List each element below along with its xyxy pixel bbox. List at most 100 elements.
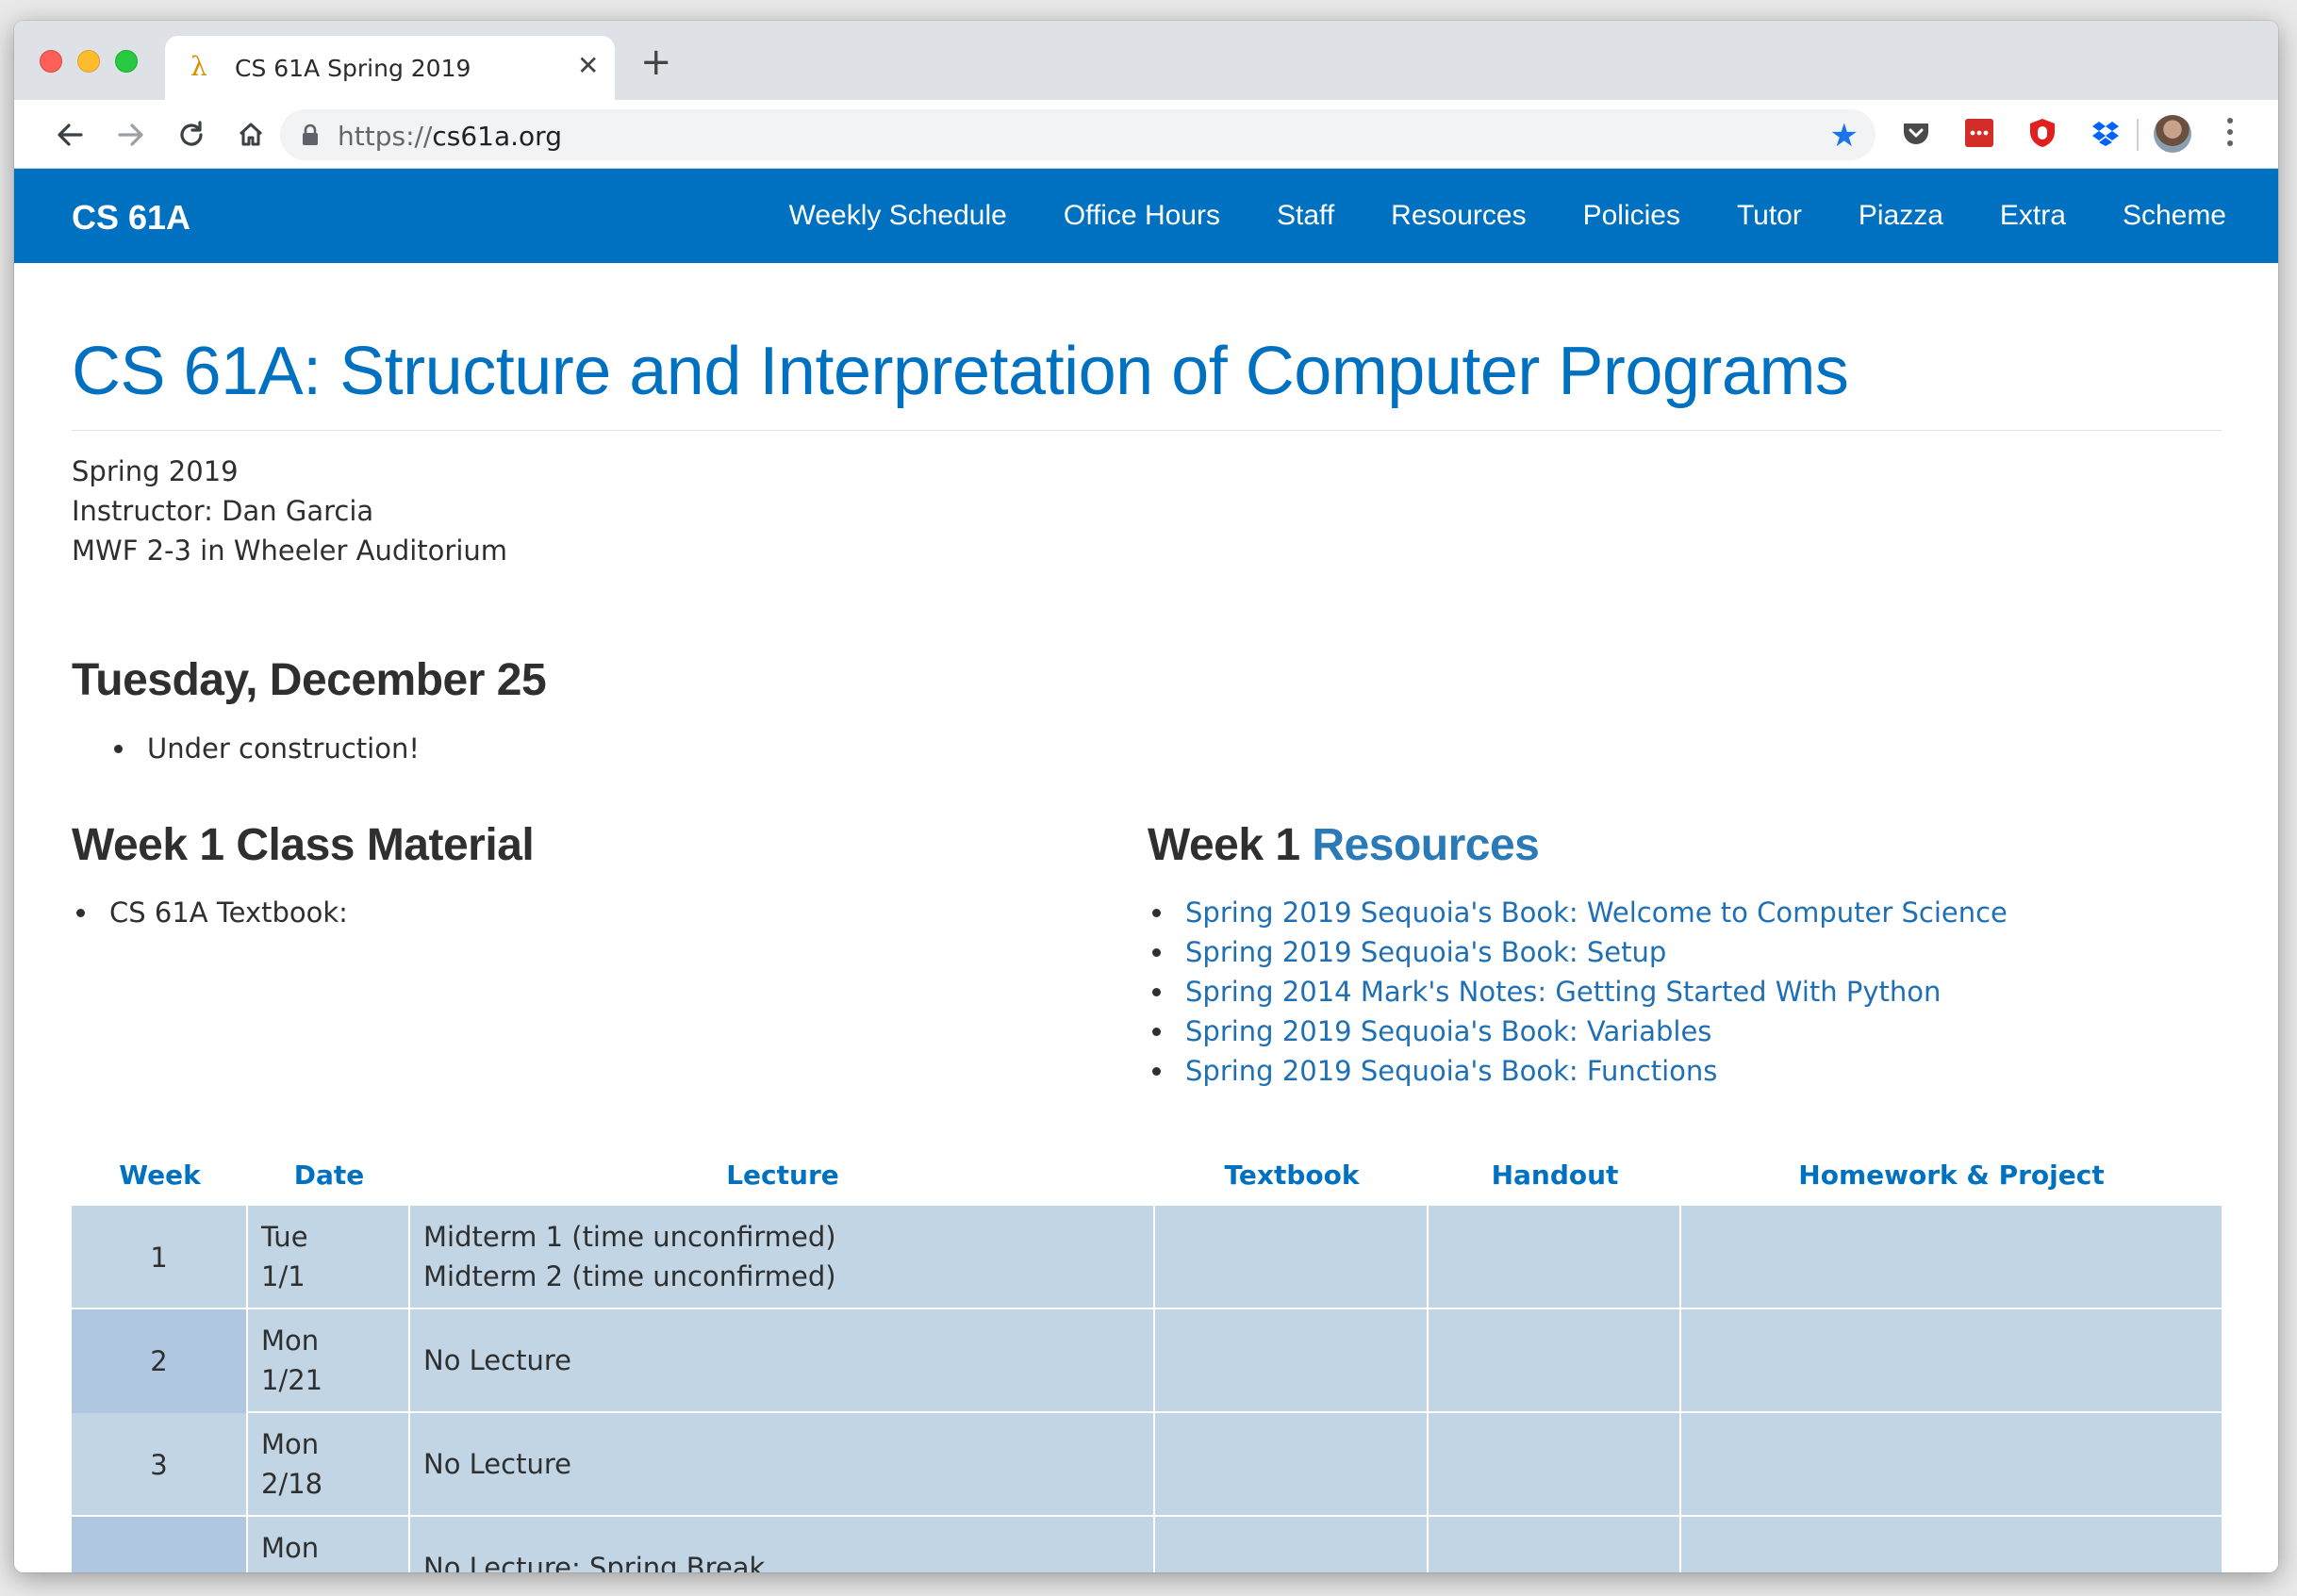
resource-link[interactable]: Spring 2019 Sequoia's Book: Variables [1185,1015,1711,1047]
toolbar-divider [2137,119,2139,151]
column-header-lecture: Lecture [726,1160,839,1191]
nav-tutor[interactable]: Tutor [1737,200,1802,232]
nav-staff[interactable]: Staff [1277,200,1334,232]
browser-toolbar: https://cs61a.org ★ [14,100,2278,169]
table-row: Mon No Lecture: Spring Break [72,1517,2222,1572]
page-title: CS 61A: Structure and Interpretation of … [72,334,1849,409]
week1-material-heading: Week 1 Class Material [72,820,535,870]
new-tab-button[interactable]: + [640,43,672,81]
resource-link[interactable]: Spring 2019 Sequoia's Book: Welcome to C… [1185,897,2008,929]
column-header-textbook: Textbook [1224,1160,1360,1191]
homework-cell [1681,1517,2222,1572]
tab-strip: λ CS 61A Spring 2019 ✕ + [14,21,2278,100]
reload-icon[interactable] [174,118,208,152]
home-icon[interactable] [234,118,268,152]
date-cell: Tue 1/1 [248,1206,410,1309]
homework-cell [1681,1309,2222,1413]
title-divider [72,430,2222,431]
dropbox-extension-icon[interactable] [2089,116,2123,150]
lambda-favicon-icon: λ [190,51,207,82]
ublock-extension-icon[interactable] [2025,116,2059,150]
lecture-cell: No Lecture: Spring Break [410,1517,1155,1572]
close-tab-icon[interactable]: ✕ [577,50,599,81]
lock-icon [303,123,318,145]
nav-resources[interactable]: Resources [1391,200,1526,232]
week-cell: 1 [72,1206,248,1309]
pocket-extension-icon[interactable] [1899,116,1933,150]
week1-resources-list: Spring 2019 Sequoia's Book: Welcome to C… [1148,893,2008,1091]
textbook-cell [1155,1413,1429,1517]
site-navbar: CS 61A Weekly Schedule Office Hours Staf… [14,169,2278,263]
site-brand[interactable]: CS 61A [72,198,190,238]
profile-avatar[interactable] [2154,115,2191,153]
lastpass-extension-icon[interactable] [1962,116,1996,150]
resource-link[interactable]: Spring 2014 Mark's Notes: Getting Starte… [1185,976,1941,1008]
close-window-button[interactable] [40,50,62,73]
handout-cell [1429,1517,1681,1572]
nav-extra[interactable]: Extra [2000,200,2066,232]
lecture-cell: No Lecture [410,1309,1155,1413]
resource-link[interactable]: Spring 2019 Sequoia's Book: Setup [1185,936,1666,968]
column-header-handout: Handout [1491,1160,1619,1191]
announcement-date-heading: Tuesday, December 25 [72,655,547,705]
table-row: 3 Mon 2/18 No Lecture [72,1413,2222,1517]
date-cell: Mon [248,1517,410,1572]
forward-arrow-icon[interactable] [114,118,148,152]
date-cell: Mon 2/18 [248,1413,410,1517]
course-instructor: Instructor: Dan Garcia [72,495,374,527]
date-cell: Mon 1/21 [248,1309,410,1413]
textbook-cell [1155,1309,1429,1413]
textbook-cell [1155,1206,1429,1309]
browser-window: λ CS 61A Spring 2019 ✕ + https://cs61a.o… [14,21,2278,1572]
column-header-week: Week [119,1160,201,1191]
nav-scheme[interactable]: Scheme [2123,200,2226,232]
schedule-table: 1 Tue 1/1 Midterm 1 (time unconfirmed) M… [72,1206,2222,1572]
site-nav-links: Weekly Schedule Office Hours Staff Resou… [789,200,2226,232]
course-term: Spring 2019 [72,455,239,487]
nav-policies[interactable]: Policies [1583,200,1680,232]
schedule-table-header: Week Date Lecture Textbook Handout Homew… [72,1147,2222,1204]
list-item: Spring 2014 Mark's Notes: Getting Starte… [1148,972,2008,1012]
maximize-window-button[interactable] [115,50,138,73]
homework-cell [1681,1413,2222,1517]
list-item: Spring 2019 Sequoia's Book: Setup [1148,932,2008,972]
week-cell: 3 [72,1413,248,1517]
handout-cell [1429,1206,1681,1309]
more-menu-icon[interactable] [2225,118,2235,152]
tab-title: CS 61A Spring 2019 [235,55,471,82]
list-item: Spring 2019 Sequoia's Book: Functions [1148,1051,2008,1091]
bookmark-star-icon[interactable]: ★ [1830,117,1859,155]
handout-cell [1429,1309,1681,1413]
list-item: Under construction! [109,729,420,768]
lecture-cell: Midterm 1 (time unconfirmed) Midterm 2 (… [410,1206,1155,1309]
announcement-list: Under construction! [109,729,420,768]
web-page: CS 61A Weekly Schedule Office Hours Staf… [14,169,2278,1572]
table-row: 2 Mon 1/21 No Lecture [72,1309,2222,1413]
nav-office-hours[interactable]: Office Hours [1064,200,1220,232]
week-cell [72,1517,248,1572]
address-bar[interactable]: https://cs61a.org ★ [280,109,1876,160]
browser-tab[interactable]: λ CS 61A Spring 2019 ✕ [165,36,615,100]
nav-weekly-schedule[interactable]: Weekly Schedule [789,200,1007,232]
list-item: CS 61A Textbook: [72,893,348,932]
resources-heading-link[interactable]: Resources [1312,820,1539,870]
handout-cell [1429,1413,1681,1517]
back-arrow-icon[interactable] [53,118,87,152]
nav-piazza[interactable]: Piazza [1859,200,1943,232]
textbook-cell [1155,1517,1429,1572]
resource-link[interactable]: Spring 2019 Sequoia's Book: Functions [1185,1055,1717,1087]
week-cell: 2 [72,1309,248,1413]
homework-cell [1681,1206,2222,1309]
week1-material-list: CS 61A Textbook: [72,893,348,932]
list-item: Spring 2019 Sequoia's Book: Welcome to C… [1148,893,2008,932]
column-header-homework-project: Homework & Project [1798,1160,2105,1191]
column-header-date: Date [293,1160,365,1191]
table-row: 1 Tue 1/1 Midterm 1 (time unconfirmed) M… [72,1206,2222,1309]
url-text: https://cs61a.org [338,121,562,152]
course-meeting-time: MWF 2-3 in Wheeler Auditorium [72,535,508,567]
course-info: Spring 2019 Instructor: Dan Garcia MWF 2… [72,452,507,570]
week1-resources-heading: Week 1 Resources [1148,820,1540,870]
minimize-window-button[interactable] [77,50,100,73]
list-item: Spring 2019 Sequoia's Book: Variables [1148,1012,2008,1051]
lecture-cell: No Lecture [410,1413,1155,1517]
